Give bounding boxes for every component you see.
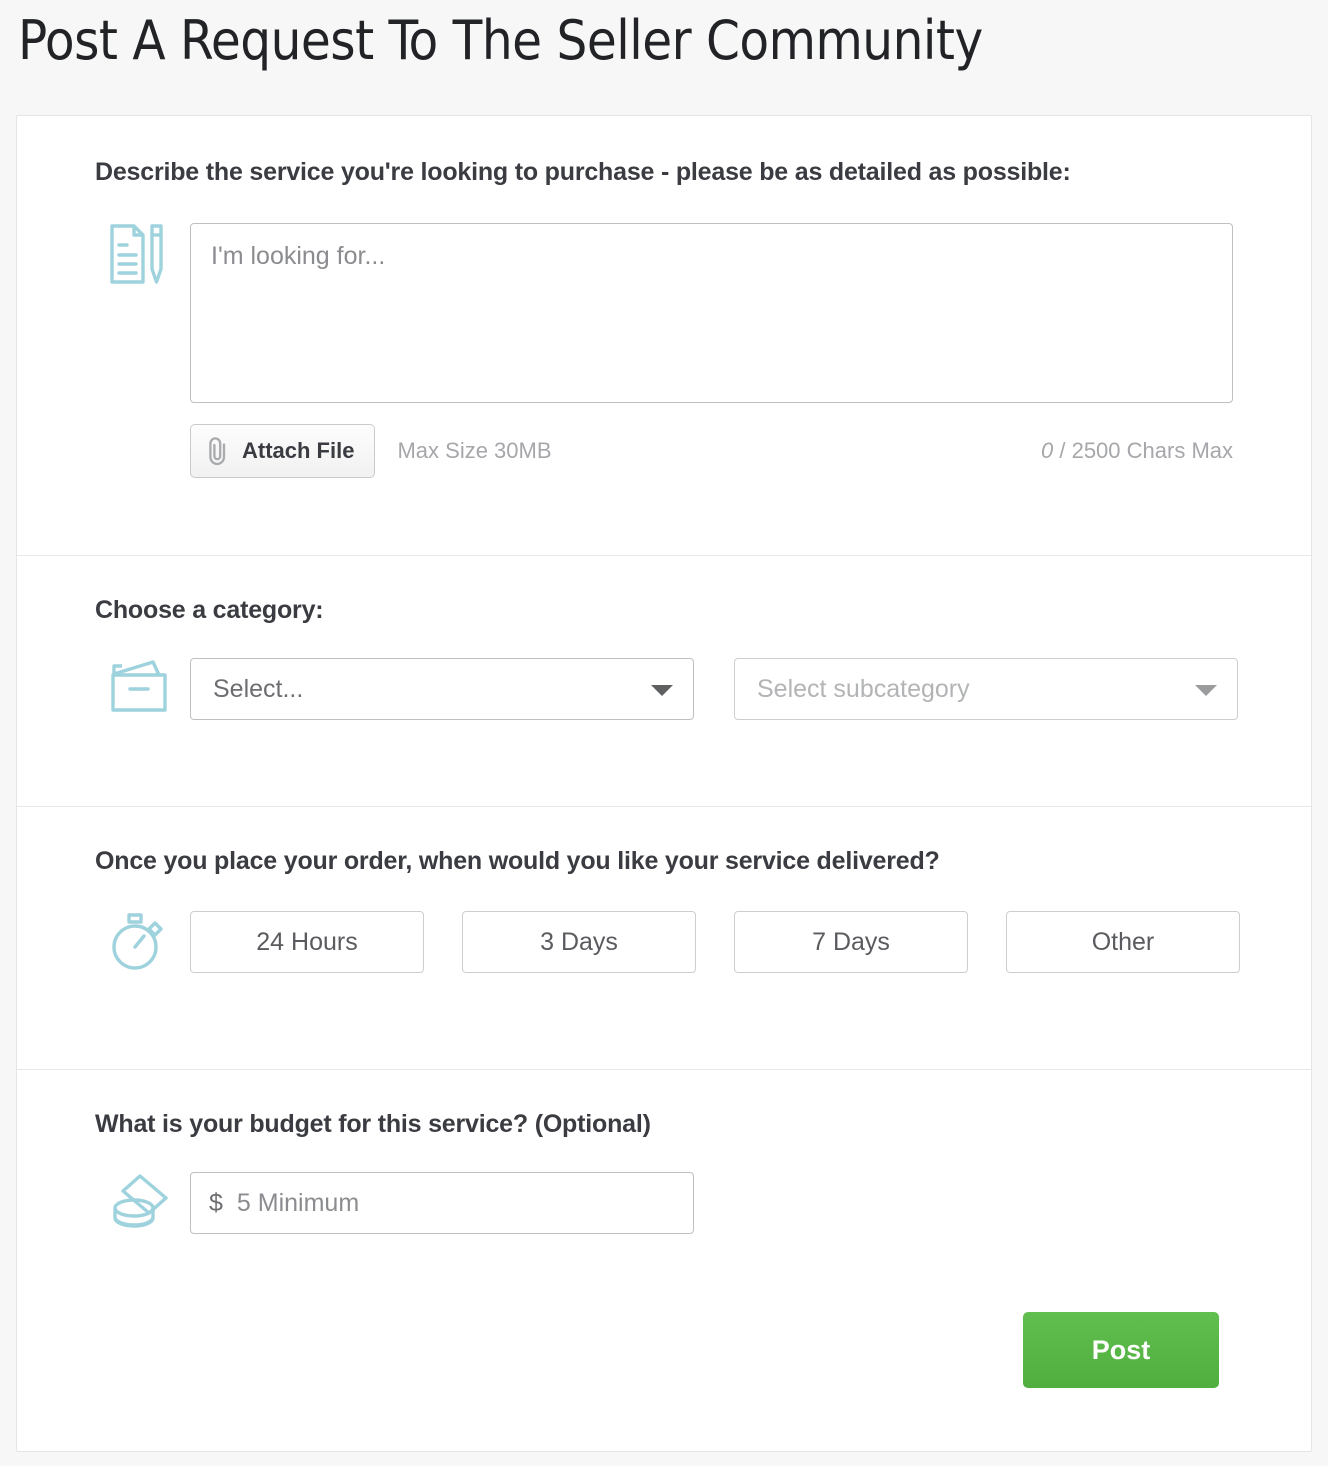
char-counter-value: 0	[1041, 438, 1054, 463]
delivery-options: 24 Hours 3 Days 7 Days Other	[190, 911, 1240, 973]
describe-row: Attach File Max Size 30MB 0 / 2500 Chars…	[95, 223, 1233, 478]
budget-section: What is your budget for this service? (O…	[17, 1070, 1311, 1454]
describe-section: Describe the service you're looking to p…	[17, 116, 1311, 555]
attach-file-label: Attach File	[242, 438, 355, 463]
post-button[interactable]: Post	[1023, 1312, 1219, 1388]
budget-icon-slot	[95, 1172, 190, 1234]
money-stack-icon	[113, 1174, 168, 1228]
budget-input-placeholder: 5 Minimum	[236, 1188, 360, 1217]
describe-icon-slot	[95, 223, 190, 285]
char-counter-suffix: / 2500 Chars Max	[1053, 438, 1233, 463]
category-select[interactable]: Select...	[190, 658, 694, 720]
char-counter: 0 / 2500 Chars Max	[1041, 438, 1233, 464]
category-label: Choose a category:	[95, 596, 324, 624]
budget-label: What is your budget for this service? (O…	[95, 1110, 651, 1138]
stopwatch-icon	[112, 913, 163, 970]
delivery-option-24-hours[interactable]: 24 Hours	[190, 911, 424, 973]
subcategory-select[interactable]: Select subcategory	[734, 658, 1238, 720]
request-form-card: Describe the service you're looking to p…	[16, 115, 1312, 1452]
submit-row: Post	[95, 1312, 1233, 1388]
delivery-option-3-days[interactable]: 3 Days	[462, 911, 696, 973]
describe-field-wrap: Attach File Max Size 30MB 0 / 2500 Chars…	[190, 223, 1233, 478]
budget-input[interactable]: $ 5 Minimum	[190, 1172, 694, 1234]
currency-sign: $	[209, 1188, 223, 1217]
delivery-option-other[interactable]: Other	[1006, 911, 1240, 973]
description-textarea[interactable]	[190, 223, 1233, 403]
category-select-value: Select...	[213, 674, 304, 703]
category-icon-slot	[95, 658, 190, 714]
delivery-label: Once you place your order, when would yo…	[95, 847, 940, 875]
chevron-down-icon	[1195, 685, 1217, 696]
category-row: Select... Select subcategory	[95, 658, 1238, 720]
describe-label: Describe the service you're looking to p…	[95, 158, 1071, 186]
attach-row: Attach File Max Size 30MB 0 / 2500 Chars…	[190, 424, 1233, 478]
budget-row: $ 5 Minimum	[95, 1172, 1233, 1234]
category-section: Choose a category: Select... Select subc…	[17, 556, 1311, 806]
folder-icon	[111, 660, 167, 712]
attach-file-button[interactable]: Attach File	[190, 424, 376, 478]
delivery-section: Once you place your order, when would yo…	[17, 807, 1311, 1069]
delivery-option-7-days[interactable]: 7 Days	[734, 911, 968, 973]
max-size-hint: Max Size 30MB	[397, 438, 552, 463]
delivery-row: 24 Hours 3 Days 7 Days Other	[95, 911, 1240, 973]
paperclip-icon	[209, 437, 226, 466]
category-selects: Select... Select subcategory	[190, 658, 1238, 720]
subcategory-select-value: Select subcategory	[757, 674, 970, 703]
page-title: Post A Request To The Seller Community	[18, 9, 983, 72]
document-pencil-icon	[110, 224, 163, 284]
delivery-icon-slot	[95, 911, 190, 973]
chevron-down-icon	[651, 685, 673, 696]
